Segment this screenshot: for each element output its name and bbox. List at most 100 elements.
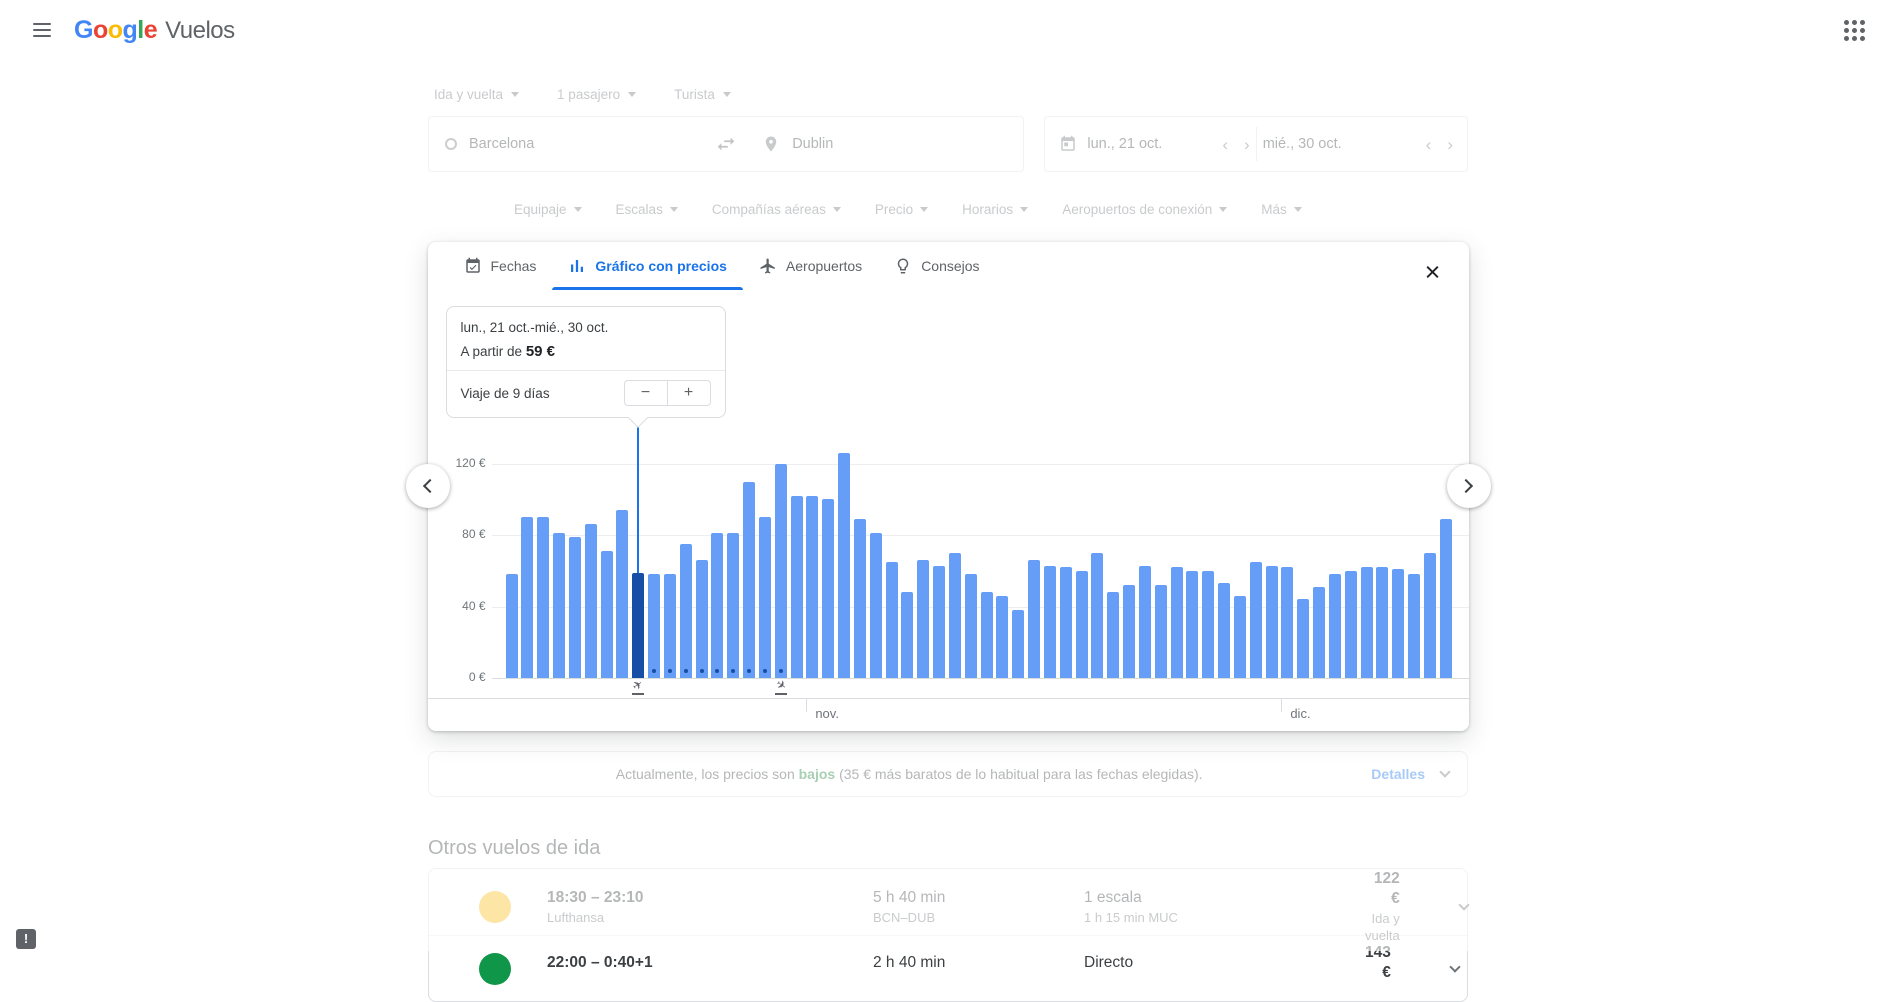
filter-chip-horarios[interactable]: Horarios [962, 202, 1028, 217]
price-bar[interactable] [569, 537, 581, 678]
trip-type-select[interactable]: Ida y vuelta [434, 87, 519, 102]
price-bar[interactable] [886, 562, 898, 678]
price-bar[interactable] [1091, 553, 1103, 678]
price-bar[interactable] [506, 574, 518, 678]
passengers-select[interactable]: 1 pasajero [557, 87, 636, 102]
details-link[interactable]: Detalles [1371, 766, 1425, 782]
price-bar[interactable] [1297, 599, 1309, 678]
price-bar[interactable] [870, 533, 882, 678]
price-bar[interactable] [854, 519, 866, 678]
expand-flight-button[interactable] [1427, 967, 1483, 971]
price-bar[interactable] [537, 517, 549, 678]
price-bar[interactable] [1361, 567, 1373, 678]
increase-trip-length-button[interactable]: + [667, 380, 711, 406]
price-bar[interactable] [1044, 566, 1056, 679]
price-bar[interactable] [806, 496, 818, 678]
close-icon[interactable]: × [1415, 254, 1451, 290]
price-bar[interactable] [791, 496, 803, 678]
price-bar[interactable] [1123, 585, 1135, 678]
flight-row[interactable]: 22:00 – 0:40+12 h 40 minDirecto143 € [429, 935, 1467, 1001]
chevron-down-icon[interactable] [1439, 766, 1450, 777]
destination-field[interactable]: Dublin [746, 135, 1023, 153]
price-bar[interactable] [1424, 553, 1436, 678]
google-apps-grid-icon[interactable] [1834, 10, 1874, 50]
price-bar[interactable] [759, 517, 771, 678]
price-bar[interactable] [1281, 567, 1293, 678]
price-bar[interactable] [996, 596, 1008, 678]
price-bar[interactable] [1218, 583, 1230, 678]
price-bar[interactable] [1266, 566, 1278, 679]
price-bar[interactable] [838, 453, 850, 678]
flight-takeoff-icon: ✈ [629, 679, 647, 698]
price-bar[interactable] [1313, 587, 1325, 678]
price-bar[interactable] [616, 510, 628, 678]
selected-price-bar[interactable] [632, 573, 644, 678]
filter-chip-más[interactable]: Más [1261, 202, 1302, 217]
filter-chip-aeropuertos-de-conexión[interactable]: Aeropuertos de conexión [1062, 202, 1227, 217]
price-bar[interactable] [727, 533, 739, 678]
price-bar[interactable] [933, 566, 945, 679]
price-bar[interactable] [1440, 519, 1452, 678]
price-bar[interactable] [1155, 585, 1167, 678]
price-bar[interactable] [965, 574, 977, 678]
price-bar[interactable] [664, 574, 676, 678]
depart-date-prev-icon[interactable]: ‹ [1222, 136, 1228, 153]
price-bar[interactable] [981, 592, 993, 678]
filter-chip-compañías-aéreas[interactable]: Compañías aéreas [712, 202, 841, 217]
expand-flight-button[interactable] [1436, 905, 1492, 909]
price-bar[interactable] [1329, 574, 1341, 678]
price-bar[interactable] [901, 592, 913, 678]
cabin-class-select[interactable]: Turista [674, 87, 731, 102]
price-bar[interactable] [585, 524, 597, 678]
depart-date-field[interactable]: lun., 21 oct. ‹ › [1059, 135, 1249, 153]
price-bar[interactable] [917, 560, 929, 678]
tab-aeropuertos[interactable]: Aeropuertos [743, 242, 878, 290]
price-bar[interactable] [680, 544, 692, 678]
price-bar[interactable] [1107, 592, 1119, 678]
depart-date-next-icon[interactable]: › [1244, 136, 1250, 153]
chart-month-axis: nov.dic. [428, 698, 1469, 731]
price-bar[interactable] [1186, 571, 1198, 678]
swap-airports-icon[interactable] [706, 133, 746, 155]
price-bar[interactable] [1139, 566, 1151, 679]
price-bar[interactable] [1060, 567, 1072, 678]
price-bar[interactable] [1250, 562, 1262, 678]
price-bar[interactable] [696, 560, 708, 678]
price-bar[interactable] [1376, 567, 1388, 678]
hamburger-menu-icon[interactable] [22, 10, 62, 50]
return-date-next-icon[interactable]: › [1447, 136, 1453, 153]
price-bar[interactable] [822, 499, 834, 678]
price-bar[interactable] [1028, 560, 1040, 678]
price-bar[interactable] [1345, 571, 1357, 678]
price-bar[interactable] [949, 553, 961, 678]
next-dates-button[interactable] [1447, 464, 1491, 508]
price-bar[interactable] [1012, 610, 1024, 678]
return-date-prev-icon[interactable]: ‹ [1426, 136, 1432, 153]
price-bar[interactable] [648, 574, 660, 678]
price-bar[interactable] [1076, 571, 1088, 678]
tab-consejos[interactable]: Consejos [878, 242, 995, 290]
price-bar[interactable] [1171, 567, 1183, 678]
previous-dates-button[interactable] [406, 464, 450, 508]
price-bar[interactable] [601, 551, 613, 678]
price-graph-dialog: FechasGráfico con preciosAeropuertosCons… [428, 242, 1469, 731]
price-bar[interactable] [775, 464, 787, 678]
filter-chip-precio[interactable]: Precio [875, 202, 928, 217]
filter-chip-equipaje[interactable]: Equipaje [514, 202, 582, 217]
price-bar[interactable] [553, 533, 565, 678]
price-bar[interactable] [1408, 574, 1420, 678]
tab-gráfico-con-precios[interactable]: Gráfico con precios [552, 242, 742, 290]
origin-field[interactable]: Barcelona [429, 136, 706, 152]
decrease-trip-length-button[interactable]: − [624, 380, 668, 406]
feedback-icon[interactable]: ! [16, 929, 36, 949]
price-bar[interactable] [1392, 569, 1404, 678]
return-date-field[interactable]: mié., 30 oct. ‹ › [1263, 136, 1453, 153]
price-bar[interactable] [1202, 571, 1214, 678]
tab-fechas[interactable]: Fechas [448, 242, 553, 290]
filter-chip-escalas[interactable]: Escalas [616, 202, 678, 217]
price-bar[interactable] [743, 482, 755, 678]
price-bar[interactable] [1234, 596, 1246, 678]
flight-row[interactable]: 18:30 – 23:10Lufthansa5 h 40 minBCN–DUB1… [429, 869, 1467, 935]
price-bar[interactable] [711, 533, 723, 678]
price-bar[interactable] [521, 517, 533, 678]
